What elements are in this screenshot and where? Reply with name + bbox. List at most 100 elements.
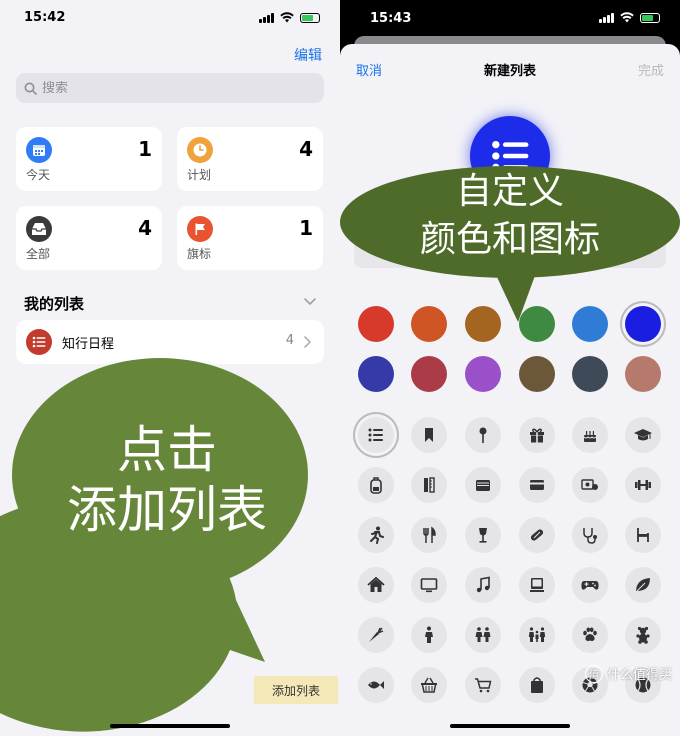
icon-option-fork-knife[interactable] [411, 517, 447, 553]
wifi-icon [280, 12, 294, 23]
color-swatch[interactable] [465, 306, 501, 342]
color-swatch[interactable] [519, 356, 555, 392]
icon-option-wine-glass[interactable] [465, 517, 501, 553]
money-icon [581, 479, 598, 490]
chevron-down-icon[interactable] [304, 298, 316, 306]
list-icon [26, 329, 52, 355]
icon-option-carrot[interactable] [358, 617, 394, 653]
color-swatch[interactable] [411, 306, 447, 342]
color-swatch[interactable] [625, 306, 661, 342]
icon-option-cart[interactable] [465, 667, 501, 703]
carrot-icon [369, 627, 384, 642]
done-button[interactable]: 完成 [638, 60, 664, 79]
card-scheduled[interactable]: 4 计划 [177, 127, 323, 191]
card-today[interactable]: 1 今天 [16, 127, 162, 191]
wallet-icon [476, 480, 490, 491]
card-label: 旗标 [187, 247, 212, 261]
cake-icon [583, 431, 597, 442]
color-swatch[interactable] [625, 356, 661, 392]
cellular-signal-icon [259, 12, 274, 23]
status-icons [599, 12, 660, 23]
icon-option-teddy-bear[interactable] [625, 617, 661, 653]
icon-option-family[interactable] [519, 617, 555, 653]
bubble-right-line1: 自定义 [455, 171, 564, 212]
color-swatch[interactable] [465, 356, 501, 392]
sheet-title: 新建列表 [483, 64, 536, 79]
icon-option-gift[interactable] [519, 417, 555, 453]
icon-option-stethoscope[interactable] [572, 517, 608, 553]
chevron-right-icon [304, 336, 312, 348]
battery-icon [640, 12, 660, 23]
icon-option-computer[interactable] [519, 567, 555, 603]
color-swatch[interactable] [411, 356, 447, 392]
icon-option-credit-card[interactable] [519, 467, 555, 503]
card-count: 4 [138, 216, 152, 240]
reminders-home-screen: 15:42 编辑 1 今天 4 计划 4 全部 1 [0, 0, 340, 736]
list-item[interactable]: 知行日程 4 [16, 320, 324, 364]
chair-icon [637, 528, 649, 542]
status-time: 15:42 [24, 10, 66, 25]
pin-icon [479, 427, 487, 443]
icon-option-ruler[interactable] [411, 467, 447, 503]
icon-option-music-note[interactable] [465, 567, 501, 603]
icon-option-dumbbell[interactable] [625, 467, 661, 503]
icon-option-chair[interactable] [625, 517, 661, 553]
icon-option-basket[interactable] [411, 667, 447, 703]
watermark-text: 什么值得买 [606, 668, 672, 683]
add-list-button[interactable]: 添加列表 [254, 676, 338, 704]
edit-button[interactable]: 编辑 [294, 45, 322, 65]
icon-option-cake[interactable] [572, 417, 608, 453]
leaf-icon [635, 578, 650, 593]
house-icon [367, 576, 385, 592]
icon-option-two-people[interactable] [465, 617, 501, 653]
home-indicator[interactable] [450, 724, 570, 728]
card-flagged[interactable]: 1 旗标 [177, 206, 323, 270]
family-icon [528, 627, 546, 642]
bubble-left-line2: 添加列表 [67, 481, 267, 539]
icon-option-pin[interactable] [465, 417, 501, 453]
color-swatch[interactable] [358, 306, 394, 342]
list-count: 4 [285, 333, 294, 348]
icon-option-fish[interactable] [358, 667, 394, 703]
icon-option-money[interactable] [572, 467, 608, 503]
computer-icon [530, 578, 544, 592]
icon-option-backpack[interactable] [358, 467, 394, 503]
icon-option-person[interactable] [411, 617, 447, 653]
watermark: 值 什么值得买 [584, 664, 672, 683]
basket-icon [421, 677, 437, 693]
icon-option-graduation-cap[interactable] [625, 417, 661, 453]
icon-option-running[interactable] [358, 517, 394, 553]
card-all[interactable]: 4 全部 [16, 206, 162, 270]
icon-option-pill[interactable] [519, 517, 555, 553]
card-label: 今天 [26, 168, 51, 182]
icon-option-house[interactable] [358, 567, 394, 603]
list-name: 知行日程 [62, 337, 115, 352]
flag-icon [187, 216, 213, 242]
icon-option-shopping-bag[interactable] [519, 667, 555, 703]
color-swatch[interactable] [572, 306, 608, 342]
card-label: 全部 [26, 247, 51, 261]
watermark-badge: 值 [584, 664, 603, 683]
icon-option-list[interactable] [358, 417, 394, 453]
icon-option-gamepad[interactable] [572, 567, 608, 603]
color-swatch[interactable] [572, 356, 608, 392]
icon-option-leaf[interactable] [625, 567, 661, 603]
color-swatch[interactable] [358, 356, 394, 392]
battery-icon [300, 12, 320, 23]
wine-glass-icon [479, 528, 487, 543]
icon-option-bookmark[interactable] [411, 417, 447, 453]
wifi-icon [620, 12, 634, 23]
search-icon [24, 82, 37, 95]
search-input[interactable] [42, 80, 302, 96]
card-count: 4 [299, 137, 313, 161]
icon-option-wallet[interactable] [465, 467, 501, 503]
icon-option-paw[interactable] [572, 617, 608, 653]
clock-icon [187, 137, 213, 163]
ruler-icon [424, 477, 435, 493]
dumbbell-icon [635, 480, 651, 490]
fork-knife-icon [423, 526, 436, 543]
home-indicator[interactable] [110, 724, 230, 728]
color-swatch[interactable] [519, 306, 555, 342]
search-bar[interactable] [16, 73, 324, 103]
icon-option-tv[interactable] [411, 567, 447, 603]
